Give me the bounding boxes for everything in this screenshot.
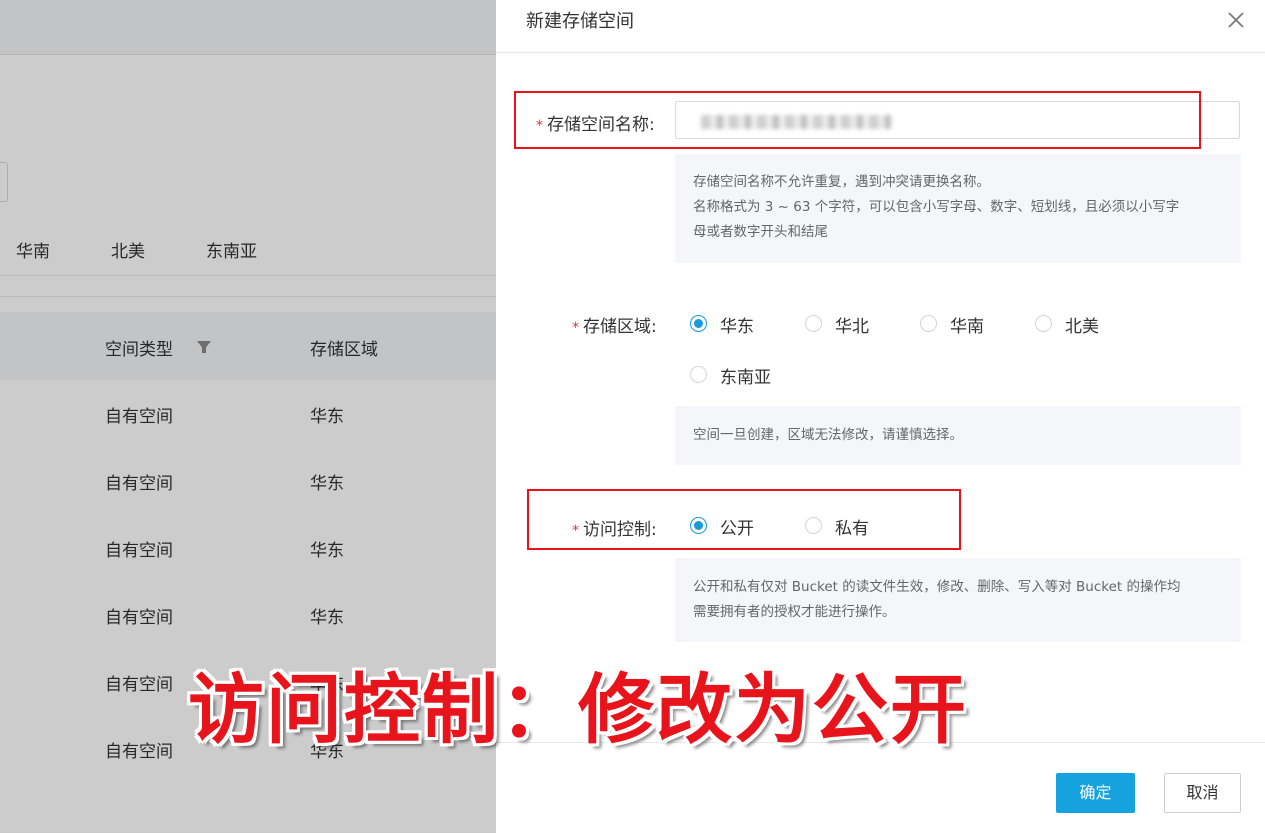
close-icon[interactable] xyxy=(1224,8,1248,32)
bucket-name-hint: 存储空间名称不允许重复，遇到冲突请更换名称。 名称格式为 3 ~ 63 个字符，… xyxy=(675,154,1241,263)
blurred-value xyxy=(701,115,891,129)
access-control-label: * 访问控制: xyxy=(572,520,657,540)
required-mark: * xyxy=(572,320,579,336)
required-mark: * xyxy=(572,523,579,539)
drawer-header: 新建存储空间 xyxy=(496,0,1265,53)
confirm-button[interactable]: 确定 xyxy=(1056,773,1135,813)
required-mark: * xyxy=(536,118,543,134)
region-hint: 空间一旦创建，区域无法修改，请谨慎选择。 xyxy=(675,406,1241,465)
bucket-name-label: * 存储空间名称: xyxy=(536,115,655,135)
annotation-caption: 访问控制：修改为公开 xyxy=(188,665,968,754)
cancel-button[interactable]: 取消 xyxy=(1164,773,1241,813)
drawer-title: 新建存储空间 xyxy=(526,11,634,32)
bucket-name-input[interactable] xyxy=(675,101,1240,139)
access-control-hint: 公开和私有仅对 Bucket 的读文件生效，修改、删除、写入等对 Bucket … xyxy=(675,558,1241,642)
region-label: * 存储区域: xyxy=(572,317,657,337)
